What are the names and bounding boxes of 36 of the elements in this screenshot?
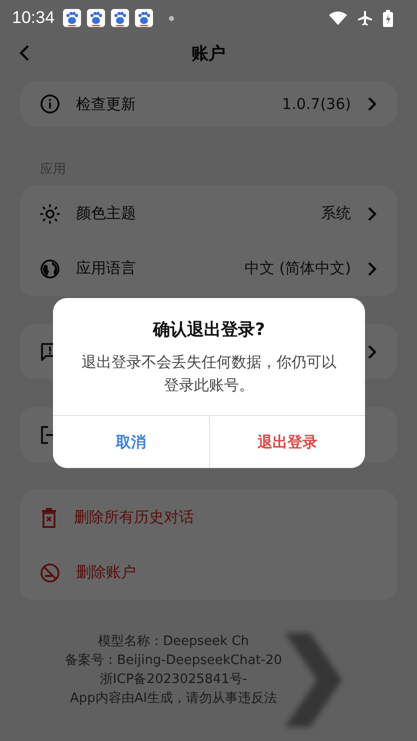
app-notification-icon: [134, 9, 153, 27]
prohibited-icon: [40, 562, 60, 582]
globe-icon: [40, 258, 60, 278]
footer-text: 备案号：Beijing-DeepseekChat-20: [64, 652, 282, 670]
app-notification-icon: [86, 9, 105, 27]
app-notification-icon: [62, 9, 81, 27]
sun-icon: [40, 204, 60, 224]
info-icon: [40, 94, 60, 114]
trash-icon: [40, 508, 58, 528]
footer-text: 浙ICP备2023025841号-: [100, 671, 248, 689]
settings-row[interactable]: 检查更新 1.0.7(36): [20, 82, 397, 126]
row-value: 中文 (简体中文): [244, 259, 351, 278]
app-notification-icon: [110, 9, 129, 27]
notification-dot: [168, 16, 174, 20]
row-label: 颜色主题: [76, 204, 137, 223]
logout-button[interactable]: 退出登录: [208, 416, 365, 468]
dialog-message: 退出登录不会丢失任何数据，你仍可以登录此账号。: [80, 352, 338, 396]
row-label: 删除账户: [76, 563, 137, 582]
row-label: 删除所有历史对话: [74, 508, 195, 527]
page-title: 账户: [192, 42, 226, 64]
settings-row[interactable]: 删除账户: [20, 545, 397, 600]
settings-row[interactable]: 应用语言 中文 (简体中文): [20, 241, 397, 296]
row-value: 系统: [321, 204, 351, 223]
row-label: 检查更新: [76, 94, 137, 114]
row-label: 应用语言: [76, 259, 137, 278]
chevron-left-icon: [18, 44, 30, 62]
airplane-icon: [357, 10, 373, 26]
wifi-icon: [329, 11, 347, 25]
footer-text: 模型名称：Deepseek Ch: [98, 633, 249, 651]
row-value: 1.0.7(36): [282, 95, 351, 113]
status-time: 10:34: [12, 8, 55, 28]
settings-row[interactable]: 颜色主题 系统: [20, 186, 397, 241]
settings-row[interactable]: 删除所有历史对话: [20, 490, 397, 545]
footer-text: App内容由AI生成，请勿从事违反法: [70, 690, 278, 708]
dialog-title: 确认退出登录?: [152, 319, 266, 341]
battery-icon: [383, 10, 393, 26]
